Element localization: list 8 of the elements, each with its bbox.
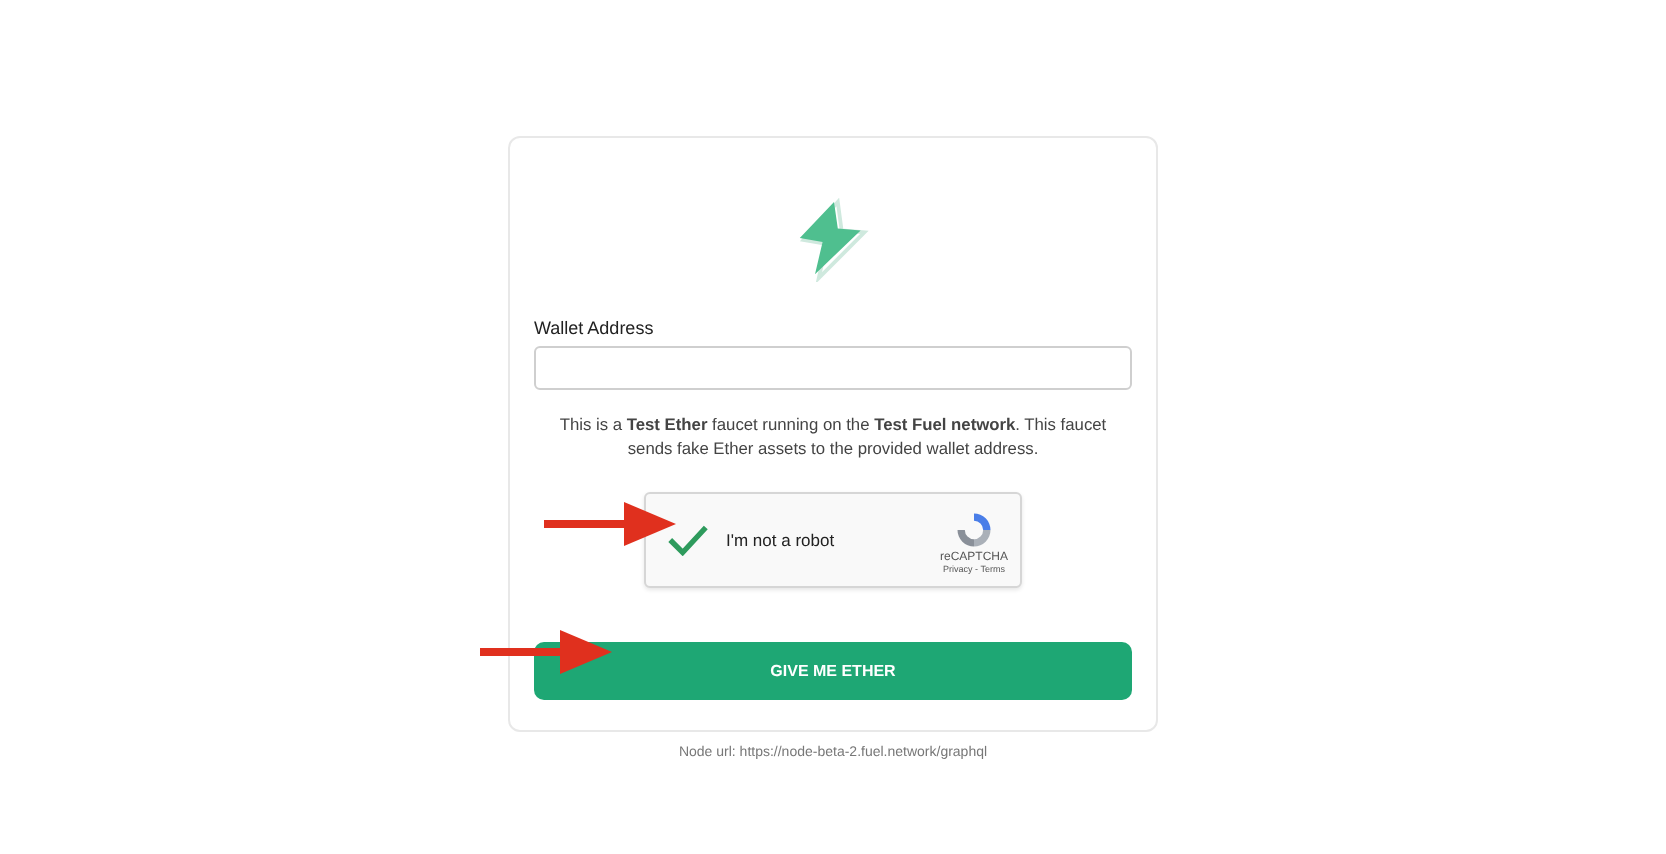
captcha-label: I'm not a robot <box>726 530 837 551</box>
checkmark-icon[interactable] <box>666 524 710 557</box>
arrow-icon <box>544 502 676 546</box>
wallet-address-field[interactable] <box>534 346 1132 390</box>
arrow-icon <box>480 630 612 674</box>
lightning-bolt-icon <box>795 198 871 282</box>
description-text: This is a Test Ether faucet running on the Test Fuel network. This faucet sends fake Ether assets to the provided wallet address. <box>557 412 1109 461</box>
field-label: Wallet Address <box>534 318 656 338</box>
